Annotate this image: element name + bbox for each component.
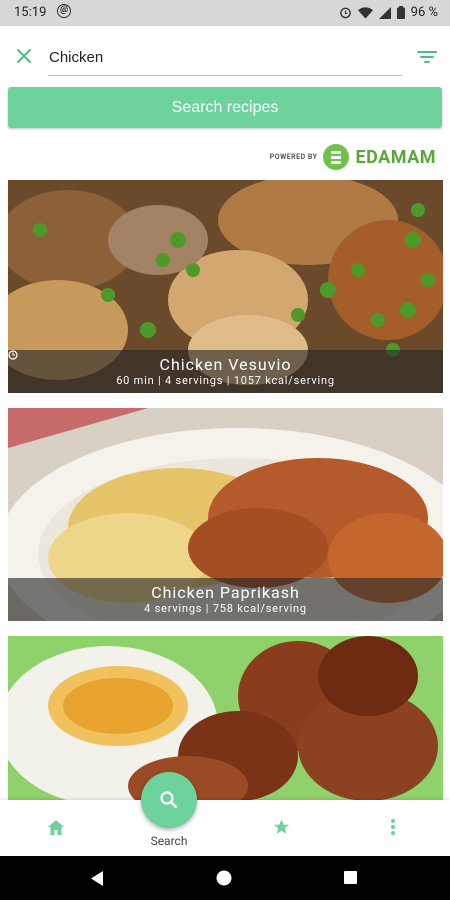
bottom-navigation [0, 800, 450, 856]
recipe-title: Chicken Paprikash [151, 583, 300, 602]
signal-icon [378, 6, 391, 19]
filter-icon[interactable] [416, 47, 438, 67]
recipe-meta: 60 min | 4 servings | 1057 kcal/serving [8, 350, 443, 388]
wifi-icon [357, 6, 373, 19]
status-icons: 96 % [339, 5, 438, 20]
back-icon[interactable] [89, 870, 105, 887]
search-nav-label: Search [150, 834, 188, 848]
search-fab[interactable] [141, 772, 197, 828]
alarm-icon [339, 7, 351, 19]
recipe-card[interactable]: Chicken Paprikash 4 servings | 758 kcal/… [8, 408, 443, 621]
search-recipes-button[interactable]: Search recipes [8, 87, 442, 128]
search-icon [160, 791, 178, 809]
star-icon[interactable] [272, 818, 291, 836]
status-bar: 15:19 @ 96 % [0, 0, 450, 26]
recipe-meta: 4 servings | 758 kcal/serving [8, 602, 443, 616]
recipe-card[interactable]: Chicken Vesuvio 60 min | 4 servings | 10… [8, 180, 443, 393]
close-icon[interactable] [14, 46, 34, 66]
recipe-meta-text: 60 min | 4 servings | 1057 kcal/serving [116, 374, 335, 387]
clock-icon [8, 350, 18, 360]
recipe-image [8, 636, 443, 800]
powered-by-edamam: POWERED BY EDAMAM [270, 142, 436, 172]
notification-icon: @ [57, 4, 71, 18]
powered-by-label: POWERED BY [269, 153, 318, 161]
recipe-caption: Chicken Vesuvio 60 min | 4 servings | 10… [8, 350, 443, 393]
edamam-brand: EDAMAM [355, 146, 436, 168]
search-bar [0, 26, 450, 86]
more-vertical-icon[interactable] [390, 818, 396, 836]
search-input[interactable] [48, 40, 402, 76]
recipe-card[interactable] [8, 636, 443, 800]
home-icon[interactable] [47, 819, 65, 836]
recipe-meta-text: 4 servings | 758 kcal/serving [144, 602, 307, 615]
system-navigation-bar [0, 856, 450, 900]
edamam-logo-icon [323, 144, 350, 170]
recents-icon[interactable] [343, 870, 358, 885]
home-circle-icon[interactable] [215, 869, 233, 887]
recipe-title: Chicken Vesuvio [159, 355, 292, 374]
battery-icon [396, 6, 405, 19]
recipe-caption: Chicken Paprikash 4 servings | 758 kcal/… [8, 578, 443, 621]
status-time: 15:19 [14, 5, 47, 20]
battery-text: 96 % [410, 5, 438, 20]
